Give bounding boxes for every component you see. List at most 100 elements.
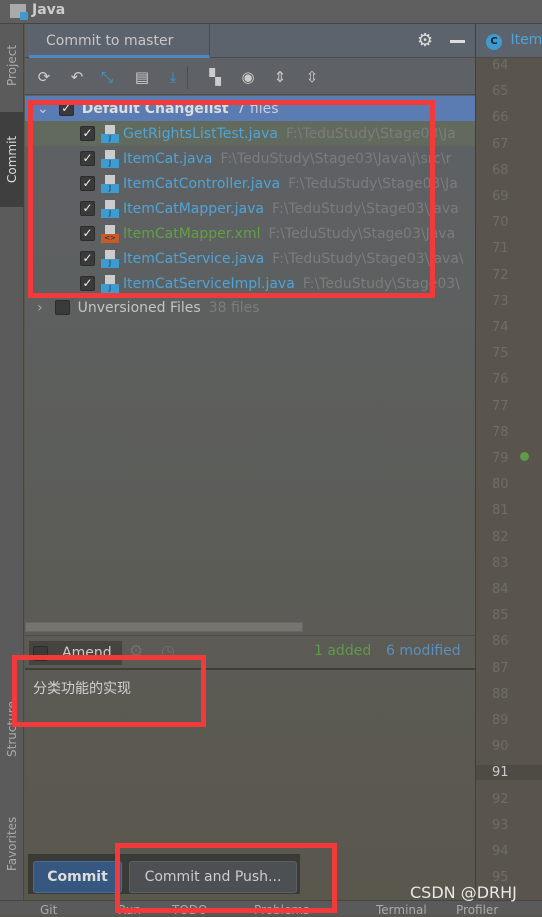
file-row[interactable]: ✓ J ItemCatController.java F:\TeduStudy\… — [25, 171, 475, 196]
file-path: F:\TeduStudy\Stage03\Java\ — [272, 250, 464, 267]
editor-tab[interactable]: C Item — [476, 24, 542, 58]
line-number: 94 — [492, 844, 509, 859]
file-path: F:\TeduStudy\Stage03\Ja — [288, 175, 458, 192]
line-number: 73 — [492, 293, 509, 309]
file-name: ItemCatService.java — [123, 250, 265, 267]
line-number: 76 — [492, 372, 509, 388]
file-row[interactable]: ✓ J ItemCatService.java F:\TeduStudy\Sta… — [25, 246, 475, 271]
diff-icon[interactable]: ⤡ — [97, 67, 117, 87]
added-count: 1 added — [314, 643, 372, 659]
minimize-icon[interactable] — [450, 40, 465, 43]
tab-commit-to-master[interactable]: Commit to master — [29, 24, 210, 58]
class-icon: C — [486, 34, 502, 50]
file-row[interactable]: ✓ J ItemCat.java F:\TeduStudy\Stage03\Ja… — [25, 146, 475, 171]
file-path: F:\TeduStudy\Stage03\Java — [272, 200, 459, 217]
file-checkbox[interactable]: ✓ — [80, 201, 95, 216]
line-number: 90 — [492, 739, 509, 755]
changelist-icon[interactable]: ▤ — [132, 67, 152, 87]
line-number: 81 — [492, 503, 509, 519]
line-number: 79 — [492, 451, 509, 466]
changelist-checkbox[interactable]: ✓ — [58, 101, 74, 116]
commit-and-push-button[interactable]: Commit and Push... — [129, 861, 297, 893]
history-clock-icon[interactable]: ◷ — [161, 641, 175, 660]
view-options-icon[interactable]: ◉ — [238, 67, 258, 87]
chevron-right-icon[interactable]: › — [37, 300, 43, 316]
line-number: 71 — [492, 241, 509, 257]
java-file-icon: J — [101, 174, 119, 193]
amend-checkbox[interactable] — [33, 645, 48, 661]
unversioned-checkbox[interactable] — [54, 300, 70, 315]
divider — [25, 635, 475, 636]
file-name: ItemCatMapper.xml — [123, 225, 261, 242]
project-title: Java — [32, 2, 66, 18]
modified-count: 6 modified — [386, 643, 461, 659]
bottom-tool-bar: Git Run TODO Problems Terminal Profiler — [0, 900, 542, 917]
file-checkbox[interactable]: ✓ — [80, 176, 95, 191]
unversioned-row[interactable]: › Unversioned Files 38 files — [25, 295, 475, 320]
file-path: F:\TeduStudy\Stage03\Ja — [285, 125, 456, 142]
line-number: 85 — [492, 608, 509, 624]
commit-toolbar: ⟳ ↶ ⤡ ▤ ⤓ ▚ ◉ ⇕ ⇳ — [25, 59, 475, 95]
file-path: F:\TeduStudy\Stage03\ — [302, 275, 460, 292]
panel-tab-bar: Commit to master ⚙ — [25, 24, 475, 58]
collapse-all-icon[interactable]: ⇳ — [302, 67, 322, 87]
folder-icon — [10, 4, 28, 20]
java-file-icon: J — [101, 124, 119, 143]
line-number: 80 — [492, 477, 509, 493]
line-number: 72 — [492, 267, 509, 283]
editor-gutter: C Item 64 65 66 67 68 69 70 71 72 73 74 75 76 77 78 79 8… — [475, 24, 542, 900]
line-number: 66 — [492, 110, 509, 126]
tab-favorites[interactable]: Favorites — [0, 799, 24, 889]
file-name: ItemCatController.java — [123, 175, 281, 192]
java-file-icon: J — [101, 274, 119, 293]
file-checkbox[interactable]: ✓ — [80, 126, 95, 141]
line-number: 65 — [492, 84, 509, 100]
update-icon[interactable]: ⤓ — [163, 67, 183, 87]
left-tool-strip: Project Commit Structure Favorites — [0, 24, 24, 900]
line-number: 78 — [492, 424, 509, 440]
line-number: 64 — [492, 58, 509, 73]
commit-message-textarea[interactable]: 分类功能的实现 — [25, 670, 475, 850]
amend-toggle[interactable]: Amend — [29, 641, 122, 665]
file-row[interactable]: ✓ J ItemCatServiceImpl.java F:\TeduStudy… — [25, 271, 475, 296]
file-row[interactable]: ✓ J ItemCatMapper.java F:\TeduStudy\Stag… — [25, 196, 475, 221]
file-checkbox[interactable]: ✓ — [80, 226, 95, 241]
file-path: F:\TeduStudy\Stage03\Java — [268, 225, 456, 242]
gear-icon[interactable]: ⚙ — [417, 30, 433, 51]
group-by-icon[interactable]: ▚ — [205, 67, 225, 87]
file-name: ItemCatMapper.java — [123, 200, 265, 217]
line-number: 68 — [492, 162, 509, 178]
line-number: 75 — [492, 346, 509, 362]
file-checkbox[interactable]: ✓ — [80, 251, 95, 266]
expand-all-icon[interactable]: ⇕ — [270, 67, 290, 87]
toolbar-divider — [187, 67, 188, 89]
refresh-icon[interactable]: ⟳ — [34, 67, 54, 87]
file-name: GetRightsListTest.java — [123, 125, 278, 142]
file-name: ItemCat.java — [123, 150, 213, 167]
line-number: 89 — [492, 713, 509, 728]
file-path: F:\TeduStudy\Stage03\Java\j\src\r — [220, 150, 452, 167]
commit-panel: Commit to master ⚙ ⟳ ↶ ⤡ ▤ ⤓ ▚ ◉ ⇕ ⇳ ⌄ ✓… — [25, 24, 475, 900]
line-number: 67 — [492, 136, 509, 152]
line-number: 74 — [492, 320, 509, 335]
line-number: 88 — [492, 686, 509, 702]
line-number: 93 — [492, 817, 509, 833]
implements-marker-icon[interactable] — [520, 452, 529, 461]
commit-options-gear-icon[interactable]: ⚙ — [129, 641, 143, 660]
tab-commit[interactable]: Commit — [0, 112, 24, 207]
java-file-icon: J — [101, 249, 119, 268]
commit-button[interactable]: Commit — [33, 861, 122, 893]
java-file-icon: J — [101, 199, 119, 218]
rollback-icon[interactable]: ↶ — [67, 67, 87, 87]
tab-project[interactable]: Project — [0, 30, 24, 100]
line-number: 86 — [492, 634, 509, 650]
tab-structure[interactable]: Structure — [0, 684, 24, 774]
file-row[interactable]: ✓ <> ItemCatMapper.xml F:\TeduStudy\Stag… — [25, 221, 475, 246]
file-checkbox[interactable]: ✓ — [80, 276, 95, 291]
changelist-row[interactable]: ⌄ ✓ Default Changelist 7 files — [25, 96, 475, 121]
watermark: CSDN @DRHJ — [410, 883, 517, 902]
file-checkbox[interactable]: ✓ — [80, 151, 95, 166]
chevron-down-icon[interactable]: ⌄ — [37, 101, 49, 117]
horizontal-scrollbar[interactable] — [25, 622, 303, 632]
file-row[interactable]: ✓ J GetRightsListTest.java F:\TeduStudy\… — [25, 121, 475, 146]
